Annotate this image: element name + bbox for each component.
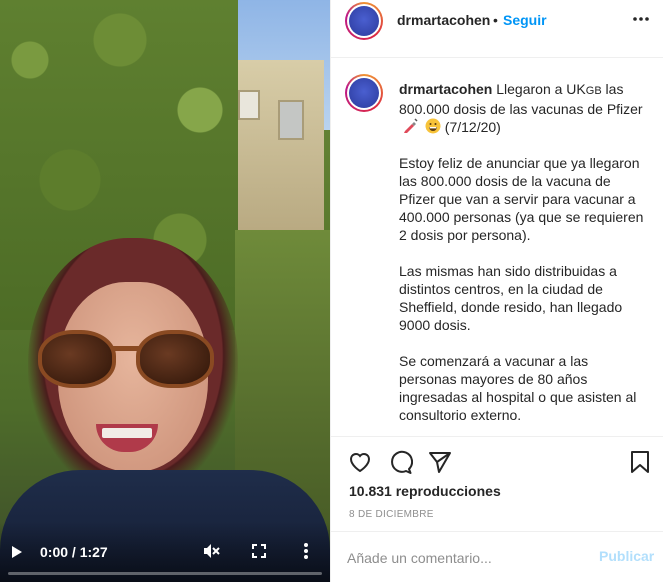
more-options-icon[interactable] <box>633 16 649 22</box>
sunglasses-lens <box>136 330 214 388</box>
caption-paragraph: Se comenzará a vacunar a las personas ma… <box>399 353 637 423</box>
bookmark-icon[interactable] <box>627 449 653 475</box>
post-header: drmartacohen • Seguir <box>331 0 663 58</box>
post-date[interactable]: 8 DE DICIEMBRE <box>349 509 434 520</box>
comment-input[interactable] <box>347 548 587 568</box>
caption-paragraph: Estoy feliz de anunciar que ya llegaron … <box>399 155 644 243</box>
play-icon[interactable] <box>12 546 22 558</box>
video-frame-teeth <box>102 428 152 438</box>
caption-date: (7/12/20) <box>444 119 501 135</box>
video-time: 0:00 / 1:27 <box>40 544 108 560</box>
view-count[interactable]: 10.831 reproducciones <box>349 483 501 499</box>
separator-dot: • <box>493 12 498 28</box>
heart-icon[interactable] <box>347 449 373 475</box>
caption-text: drmartacohen Llegaron a UKGB las 800.000… <box>399 80 647 436</box>
post-actions: 10.831 reproducciones 8 DE DICIEMBRE Pub… <box>331 436 663 581</box>
follow-button[interactable]: Seguir <box>503 12 547 28</box>
house-window <box>278 100 304 140</box>
mute-icon[interactable] <box>202 542 220 560</box>
avatar-inner <box>347 76 381 110</box>
username-link[interactable]: drmartacohen <box>397 12 490 28</box>
video-frame-house <box>228 60 324 230</box>
house-window <box>238 90 260 120</box>
comment-icon[interactable] <box>387 449 413 475</box>
avatar-image <box>349 6 379 36</box>
video-player[interactable]: 0:00 / 1:27 <box>0 0 330 582</box>
fullscreen-icon[interactable] <box>252 544 266 558</box>
avatar-inner <box>347 4 381 38</box>
post-caption: drmartacohen Llegaron a UKGB las 800.000… <box>331 58 663 436</box>
more-vertical-icon[interactable] <box>300 542 312 560</box>
video-progress-bar[interactable] <box>8 572 322 575</box>
caption-username[interactable]: drmartacohen <box>399 81 492 97</box>
publish-button[interactable]: Publicar <box>599 548 654 564</box>
video-frame-sunglasses <box>38 330 216 390</box>
avatar[interactable] <box>345 74 383 112</box>
flag-text: GB <box>585 85 602 97</box>
grinning-face-icon <box>425 118 441 134</box>
avatar[interactable] <box>345 2 383 40</box>
avatar-image <box>349 78 379 108</box>
post-panel: drmartacohen • Seguir drmartacohen Llega… <box>330 0 663 582</box>
caption-paragraph: Las mismas han sido distribuidas a disti… <box>399 263 623 333</box>
share-icon[interactable] <box>427 449 453 475</box>
comment-box: Publicar <box>331 531 663 582</box>
video-controls: 0:00 / 1:27 <box>0 522 330 582</box>
sunglasses-lens <box>38 330 116 388</box>
syringe-icon <box>404 118 418 133</box>
caption-line: Llegaron a UK <box>496 81 586 97</box>
